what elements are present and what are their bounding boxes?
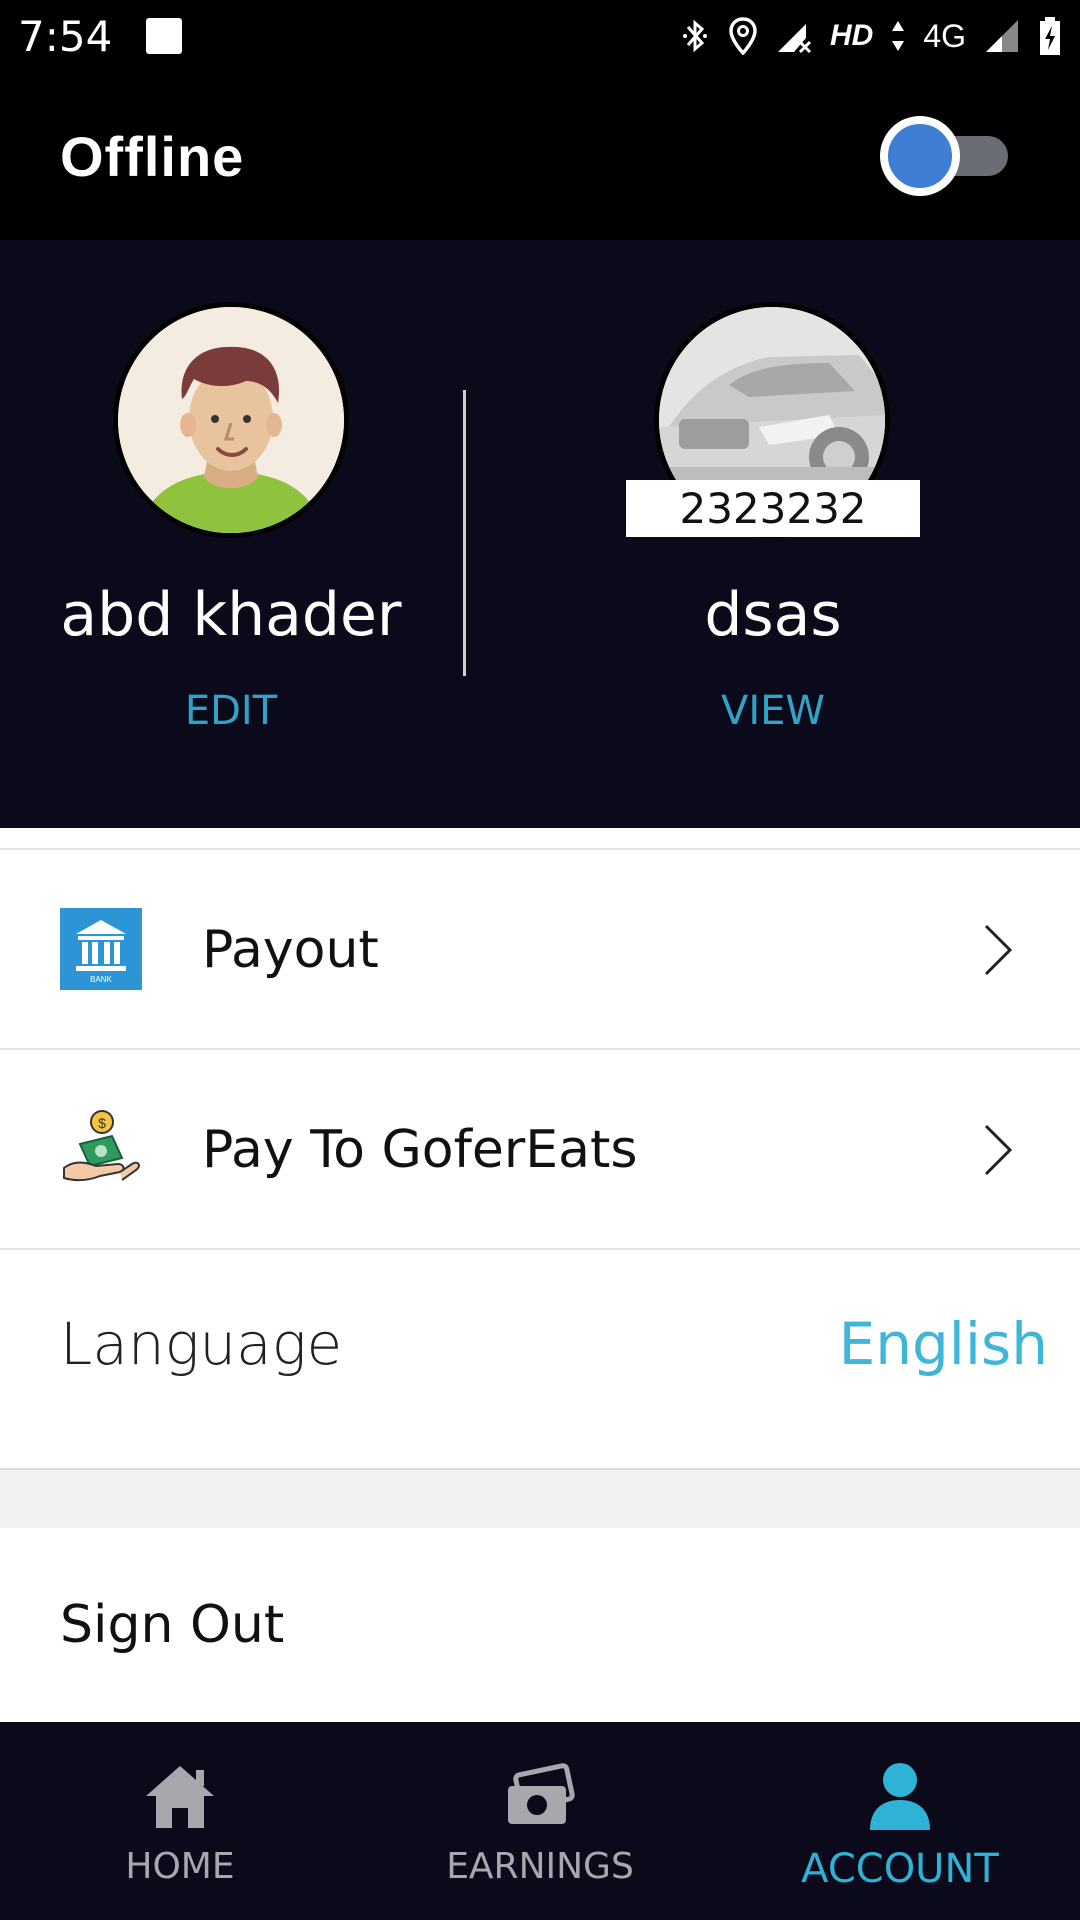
nav-account[interactable]: ACCOUNT (720, 1722, 1080, 1920)
profile-divider (463, 390, 466, 676)
svg-text:BANK: BANK (90, 975, 112, 984)
language-menu-item[interactable]: Language English (0, 1252, 1080, 1470)
language-value[interactable]: English (839, 1252, 1048, 1436)
nav-home-label: HOME (125, 1846, 235, 1887)
nav-account-label: ACCOUNT (801, 1846, 999, 1892)
pay-to-menu-item[interactable]: $ Pay To GoferEats (0, 1050, 1080, 1250)
user-avatar-illustration (118, 307, 344, 533)
location-icon (728, 17, 758, 55)
vehicle-name: dsas (704, 580, 842, 650)
chevron-right-icon (974, 922, 1022, 978)
hd-indicator: HD (829, 19, 874, 52)
sign-out-button[interactable]: Sign Out (0, 1528, 1080, 1722)
home-icon (140, 1762, 220, 1832)
sign-out-label: Sign Out (60, 1595, 285, 1655)
chevron-right-icon (974, 1122, 1022, 1178)
edit-profile-link[interactable]: EDIT (1, 688, 461, 734)
payout-menu-item[interactable]: BANK Payout (0, 850, 1080, 1050)
account-icon (860, 1762, 940, 1832)
language-label: Language (60, 1310, 343, 1378)
pay-to-label: Pay To GoferEats (202, 1120, 638, 1180)
driver-name: abd khader (60, 580, 402, 650)
nav-home[interactable]: HOME (0, 1722, 360, 1920)
section-spacer (0, 1470, 1080, 1528)
status-bar: 7:54 HD 4G (0, 0, 1080, 72)
pay-money-icon: $ (60, 1108, 142, 1190)
bottom-navigation: HOME EARNINGS ACCOUNT (0, 1722, 1080, 1920)
battery-charging-icon (1038, 16, 1062, 56)
bank-icon: BANK (60, 908, 142, 990)
status-time: 7:54 (18, 11, 113, 61)
nav-earnings-label: EARNINGS (446, 1846, 634, 1887)
license-plate: 2323232 (626, 480, 920, 537)
online-toggle[interactable] (880, 116, 1020, 196)
earnings-icon (500, 1762, 580, 1832)
user-avatar[interactable] (113, 302, 349, 538)
view-vehicle-link[interactable]: VIEW (543, 688, 1003, 734)
app-header: Offline (0, 72, 1080, 240)
page-title: Offline (60, 124, 245, 188)
svg-text:$: $ (98, 1115, 106, 1131)
bluetooth-icon (680, 18, 710, 54)
nav-earnings[interactable]: EARNINGS (360, 1722, 720, 1920)
network-type: 4G (923, 17, 966, 54)
data-arrows-icon (891, 19, 905, 53)
signal-no-service-icon (776, 18, 812, 54)
profile-section: 2323232 abd khader dsas EDIT VIEW (0, 240, 1080, 828)
signal-strength-icon (984, 18, 1020, 54)
notification-icon (146, 18, 183, 54)
payout-label: Payout (202, 920, 379, 980)
toggle-knob (880, 116, 960, 196)
